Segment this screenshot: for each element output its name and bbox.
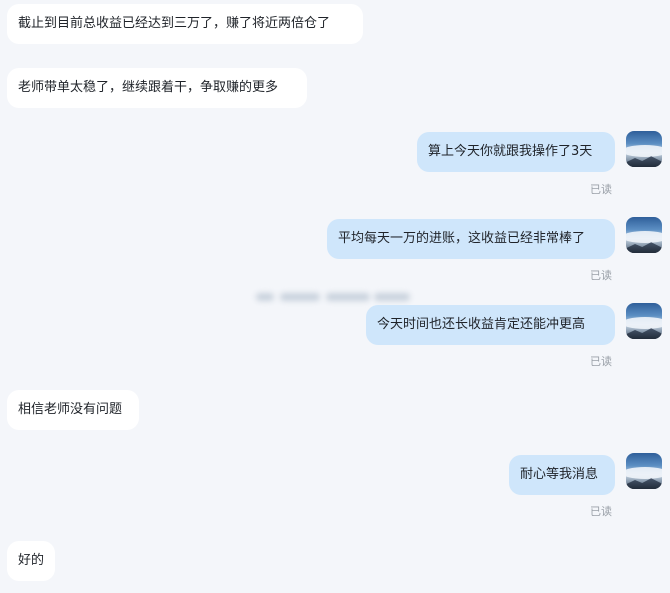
read-status: 已读	[590, 355, 612, 368]
message-text: 算上今天你就跟我操作了3天	[428, 144, 593, 159]
message-text: 好的	[18, 553, 45, 568]
message-text: 老师带单太稳了，继续跟着干，争取赚的更多	[18, 80, 279, 95]
read-status: 已读	[590, 505, 612, 518]
message-text: 耐心等我消息	[520, 467, 599, 482]
message-text: 今天时间也还长收益肯定还能冲更高	[377, 317, 586, 332]
message-bubble-left[interactable]: 相信老师没有问题	[7, 390, 139, 430]
user-avatar-icon[interactable]	[626, 131, 662, 167]
message-bubble-left[interactable]: 截止到目前总收益已经达到三万了，赚了将近两倍仓了	[7, 4, 363, 44]
message-bubble-right[interactable]: 今天时间也还长收益肯定还能冲更高	[366, 305, 615, 345]
message-bubble-left[interactable]: 好的	[7, 541, 55, 581]
user-avatar-icon[interactable]	[626, 217, 662, 253]
message-bubble-left[interactable]: 老师带单太稳了，继续跟着干，争取赚的更多	[7, 68, 307, 108]
user-avatar-icon[interactable]	[626, 303, 662, 339]
message-text: 相信老师没有问题	[18, 402, 123, 417]
message-text: 平均每天一万的进账，这收益已经非常棒了	[338, 231, 586, 246]
message-bubble-right[interactable]: 耐心等我消息	[509, 455, 615, 495]
read-status: 已读	[590, 269, 612, 282]
user-avatar-icon[interactable]	[626, 453, 662, 489]
message-bubble-right[interactable]: 平均每天一万的进账，这收益已经非常棒了	[327, 219, 615, 259]
read-status: 已读	[590, 183, 612, 196]
message-bubble-right[interactable]: 算上今天你就跟我操作了3天	[417, 132, 615, 172]
chat-window: 截止到目前总收益已经达到三万了，赚了将近两倍仓了 老师带单太稳了，继续跟着干，争…	[0, 0, 670, 593]
message-text: 截止到目前总收益已经达到三万了，赚了将近两倍仓了	[18, 16, 331, 31]
